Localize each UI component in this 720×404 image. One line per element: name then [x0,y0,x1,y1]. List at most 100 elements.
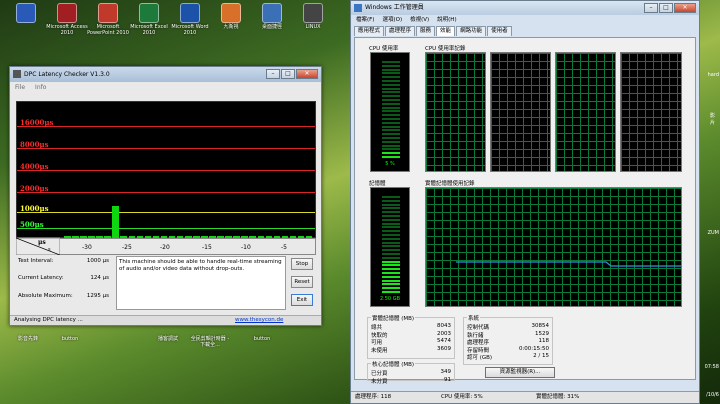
dpc-titlebar[interactable]: DPC Latency Checker V1.3.0 – □ ✕ [10,67,321,82]
meter-segment [382,133,400,136]
desktop-shortcut[interactable]: 播客調試 [146,336,190,342]
desktop-shortcut[interactable]: LINUX [291,3,335,30]
shortcut-label: 播客調試 [157,336,178,342]
meter-segment [382,156,400,158]
exit-button[interactable]: Exit [291,294,313,306]
menu-file[interactable]: File [15,82,25,93]
stat-value: 2 / 15 [533,353,549,359]
shortcut-label: button [61,336,79,342]
clock-date: /10/6 [706,392,719,398]
meter-segment [382,114,400,117]
meter-segment [382,268,400,271]
desktop-label: hard [707,72,719,78]
menu-view[interactable]: 檢視(V) [410,15,429,25]
stat-key: 未使用 [371,347,388,354]
maximize-button[interactable]: □ [659,3,673,13]
reset-button[interactable]: Reset [291,276,313,288]
status-processes: 處理程序: 118 [355,394,392,400]
meter-segment [382,106,400,109]
tab-processes[interactable]: 處理程序 [385,26,416,36]
meter-segment [382,256,400,259]
desktop-label: ZUM [707,230,719,236]
x-tick-label: -15 [202,244,212,251]
close-button[interactable]: ✕ [674,3,696,13]
current-latency-label: Current Latency: [18,275,64,281]
stat-value: 8043 [437,323,451,329]
meter-segment [382,249,400,252]
tab-networking[interactable]: 網路功能 [456,26,487,36]
shortcut-label: 影音先鋒 [17,336,38,342]
shortcut-label: Microsoft Word 2010 [171,24,209,36]
memory-value: 2.50 GB [379,296,401,302]
tab-users[interactable]: 使用者 [487,26,512,36]
desktop-shortcut[interactable]: 全民剪輯計時器 - 下載全... [188,336,232,348]
minimize-button[interactable]: – [644,3,658,13]
shortcut-icon [98,3,118,23]
meter-segment [382,283,400,286]
meter-segment [382,196,400,198]
stop-button[interactable]: Stop [291,258,313,270]
meter-segment [382,260,400,263]
desktop-shortcut[interactable]: 桌面捷徑 [250,3,294,30]
meter-segment [382,279,400,282]
desktop-shortcut[interactable] [4,3,48,24]
tm-titlebar[interactable]: Windows 工作管理員 – □ ✕ [351,1,699,15]
meter-segment [382,99,400,101]
menu-options[interactable]: 選項(O) [382,15,402,25]
menu-info[interactable]: Info [35,82,46,93]
desktop-shortcut[interactable]: Microsoft PowerPoint 2010 [86,3,130,36]
window-title: Windows 工作管理員 [365,4,424,11]
status-cpu: CPU 使用率: 5% [441,394,483,400]
memory-label: 記憶體 [369,181,386,187]
tab-applications[interactable]: 應用程式 [354,26,385,36]
desktop-shortcut[interactable]: button [48,336,92,342]
shortcut-label: Microsoft PowerPoint 2010 [87,24,129,36]
desktop-shortcut[interactable]: Microsoft Word 2010 [168,3,212,36]
meter-segment [382,110,400,113]
desktop-shortcut[interactable]: 九衛視 [209,3,253,30]
website-link[interactable]: www.thesycon.de [235,316,283,325]
stat-row: 快取的 2003 [371,331,451,339]
stat-row: 總共 8043 [371,323,451,331]
meter-segment [382,203,400,206]
latency-chart: 16000μs 8000μs 4000μs 2000μs 1000μs 500μs [16,101,316,239]
desktop-shortcut[interactable]: button [240,336,284,342]
gridline [17,126,315,127]
minimize-button[interactable]: – [266,69,280,79]
status-memory: 實體記憶體: 31% [536,394,580,400]
desktop-shortcut[interactable]: Microsoft Access 2010 [45,3,89,36]
kernel-memory-group: 核心記憶體 (MB) 已分頁 349 未分頁 91 [367,360,455,385]
shortcut-icon [57,3,77,23]
x-tick-label: -25 [122,244,132,251]
meter-segment [382,226,400,229]
meter-segment [382,83,400,86]
meter-segment [382,215,400,217]
meter-segment [382,222,400,225]
maximize-button[interactable]: □ [281,69,295,79]
gridline [17,148,315,149]
desktop-shortcut[interactable]: Microsoft Excel 2010 [127,3,171,36]
stat-value: 30854 [531,323,550,329]
x-tick-label: -20 [160,244,170,251]
window-title: DPC Latency Checker V1.3.0 [24,71,110,78]
x-tick-label: -10 [241,244,251,251]
meter-segment [382,76,400,79]
tab-services[interactable]: 服務 [416,26,436,36]
resource-monitor-button[interactable]: 資源監視器(R)... [485,367,555,378]
close-button[interactable]: ✕ [296,69,318,79]
menu-bar: File Info [10,82,321,93]
shortcut-label: button [253,336,271,342]
shortcut-label: 桌面捷徑 [261,24,282,30]
status-bar: 處理程序: 118 CPU 使用率: 5% 實體記憶體: 31% [351,391,699,403]
memory-history-graph [425,187,682,307]
absolute-max-value: 1295 μs [86,293,109,299]
menu-file[interactable]: 檔案(F) [356,15,374,25]
menu-help[interactable]: 說明(H) [437,15,456,25]
gridline [17,170,315,171]
cpu-history-graph [490,52,551,172]
absolute-max-label: Absolute Maximum: [18,293,73,299]
cpu-history-graph [555,52,616,172]
desktop-shortcut[interactable]: 影音先鋒 [6,336,50,342]
kernel-memory-title: 核心記憶體 (MB) [371,360,416,368]
tab-performance[interactable]: 效能 [436,26,456,36]
